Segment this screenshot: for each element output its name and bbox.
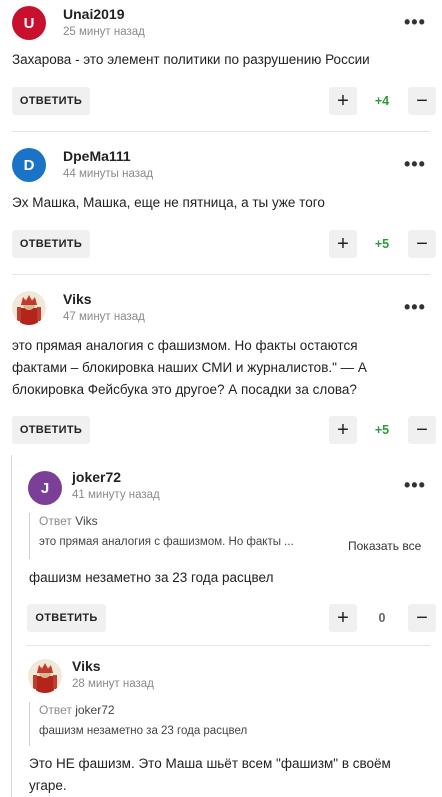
downvote-button[interactable]: − (408, 230, 436, 258)
avatar-image (28, 659, 62, 693)
avatar[interactable]: D (12, 148, 46, 182)
comment-text: фашизм незаметно за 23 года расцвел (29, 570, 274, 585)
comment-divider (12, 131, 430, 132)
avatar[interactable] (12, 291, 46, 325)
quote-prefix: Ответ (39, 703, 72, 717)
comment-time: 25 минут назад (63, 26, 145, 38)
more-options-icon[interactable]: ••• (404, 154, 426, 175)
quote-author[interactable]: Viks (75, 514, 97, 528)
comment-time: 44 минуты назад (63, 168, 154, 180)
comment-author[interactable]: Viks (72, 658, 101, 674)
comment-time: 41 минуту назад (72, 489, 160, 501)
more-options-icon[interactable]: ••• (404, 475, 426, 496)
comment-text-line: угаре. (29, 778, 67, 793)
comment-text: Захарова - это элемент политики по разру… (12, 52, 370, 67)
quote-text: фашизм незаметно за 23 года расцвел (39, 725, 248, 737)
comment-author[interactable]: Unai2019 (63, 6, 124, 22)
reply-button[interactable]: ОТВЕТИТЬ (27, 604, 106, 632)
upvote-button[interactable]: + (329, 87, 357, 115)
avatar[interactable]: J (28, 471, 62, 505)
comment-score: +5 (374, 237, 390, 251)
avatar[interactable]: U (12, 6, 46, 40)
quote-author[interactable]: joker72 (75, 703, 114, 717)
comment-author[interactable]: DpeMa111 (63, 148, 131, 164)
comment-text-line: фактами – блокировка наших СМИ и журнали… (12, 360, 367, 375)
comment-score: 0 (378, 611, 386, 625)
downvote-button[interactable]: − (408, 87, 436, 115)
show-all-link[interactable]: Показать все (348, 539, 421, 553)
quote-prefix: Ответ (39, 514, 72, 528)
reply-button[interactable]: ОТВЕТИТЬ (12, 87, 90, 115)
more-options-icon[interactable]: ••• (404, 297, 426, 318)
avatar-image (12, 291, 46, 325)
reply-button[interactable]: ОТВЕТИТЬ (12, 230, 90, 258)
reply-thread-line (11, 455, 12, 797)
reply-quote[interactable]: Ответ Viks это прямая аналогия с фашизмо… (29, 513, 359, 559)
downvote-button[interactable]: − (408, 604, 436, 632)
comment-divider (12, 274, 430, 275)
downvote-button[interactable]: − (408, 416, 436, 444)
comment-author[interactable]: Viks (63, 291, 92, 307)
reply-button[interactable]: ОТВЕТИТЬ (12, 416, 90, 444)
comment-time: 47 минут назад (63, 311, 145, 323)
comment-text-line: это прямая аналогия с фашизмом. Но факты… (12, 338, 358, 353)
avatar[interactable] (28, 659, 62, 693)
upvote-button[interactable]: + (329, 416, 357, 444)
upvote-button[interactable]: + (329, 230, 357, 258)
comment-text-line: Это НЕ фашизм. Это Маша шьёт всем "фашиз… (29, 756, 391, 771)
comment-text: Эх Машка, Машка, еще не пятница, а ты уж… (12, 195, 325, 210)
comment-divider (27, 645, 430, 646)
reply-quote[interactable]: Ответ joker72 фашизм незаметно за 23 год… (29, 702, 359, 746)
upvote-button[interactable]: + (329, 604, 357, 632)
comment-text-line: блокировка Фейсбука это другое? А посадк… (12, 382, 357, 397)
comment-author[interactable]: joker72 (72, 469, 121, 485)
comment-score: +4 (374, 94, 390, 108)
comment-time: 28 минут назад (72, 678, 154, 690)
quote-text: это прямая аналогия с фашизмом. Но факты… (39, 536, 294, 548)
comment-score: +5 (374, 423, 390, 437)
quote-header: Ответ joker72 (39, 702, 359, 718)
quote-header: Ответ Viks (39, 513, 359, 529)
more-options-icon[interactable]: ••• (404, 12, 426, 33)
